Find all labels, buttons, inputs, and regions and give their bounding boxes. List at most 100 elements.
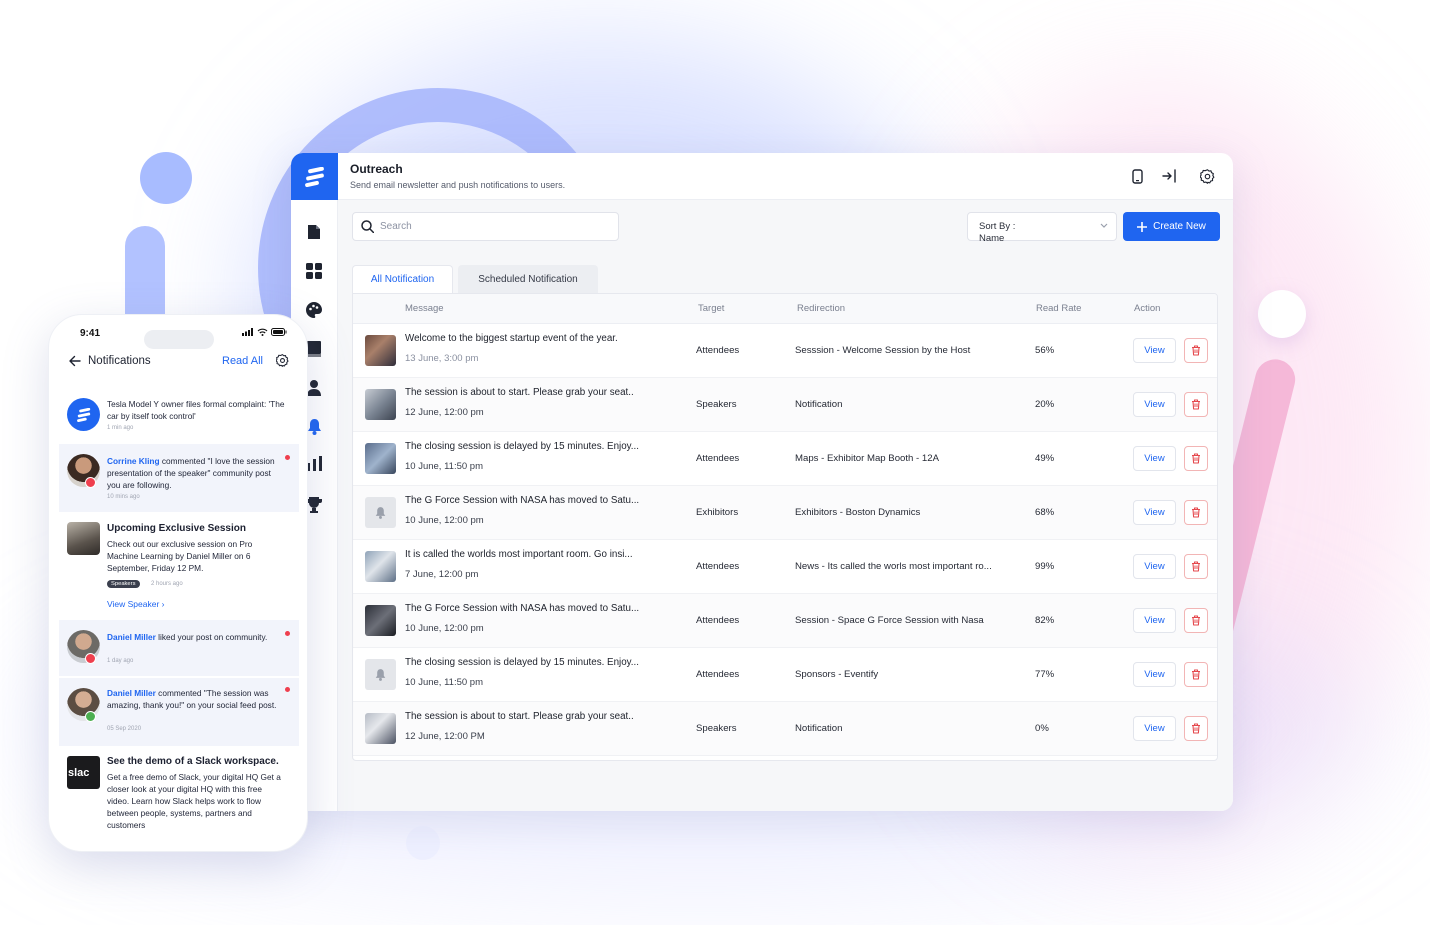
login-icon[interactable] xyxy=(1161,168,1177,184)
delete-button[interactable] xyxy=(1184,446,1208,471)
notification-item[interactable]: Upcoming Exclusive Session Check out our… xyxy=(59,516,299,616)
table-row[interactable]: It is called the worlds most important r… xyxy=(353,540,1217,594)
heart-badge-icon xyxy=(85,653,96,664)
target-cell: Attendees xyxy=(696,615,740,626)
table-row[interactable]: The G Force Session with NASA has moved … xyxy=(353,486,1217,540)
message-text: The closing session is delayed by 15 min… xyxy=(405,441,639,452)
tab-scheduled-notification[interactable]: Scheduled Notification xyxy=(458,265,598,293)
view-button[interactable]: View xyxy=(1133,392,1176,417)
notification-text: Daniel Miller commented "The session was… xyxy=(107,688,277,710)
message-text: The G Force Session with NASA has moved … xyxy=(405,495,640,506)
message-date: 10 June, 11:50 pm xyxy=(405,677,483,688)
settings-gear-icon[interactable] xyxy=(276,354,289,367)
table-body: Welcome to the biggest startup event of … xyxy=(353,324,1217,756)
delete-button[interactable] xyxy=(1184,500,1208,525)
speakers-tag: Speakers xyxy=(107,580,140,588)
message-date: 10 June, 12:00 pm xyxy=(405,515,484,526)
settings-gear-icon[interactable] xyxy=(1199,168,1215,184)
chevron-down-icon xyxy=(1100,223,1108,228)
bell-icon xyxy=(365,497,396,528)
notification-item[interactable]: Corrine Kling commented "I love the sess… xyxy=(59,444,299,512)
message-text: The closing session is delayed by 15 min… xyxy=(405,657,639,668)
tab-all-notification[interactable]: All Notification xyxy=(352,265,453,293)
notification-text: Corrine Kling commented "I love the sess… xyxy=(107,456,275,490)
target-cell: Exhibitors xyxy=(696,507,739,518)
table-header: Message Target Redirection Read Rate Act… xyxy=(353,294,1217,324)
trash-icon xyxy=(1192,399,1200,410)
delete-button[interactable] xyxy=(1184,662,1208,687)
trash-icon xyxy=(1192,561,1200,572)
target-cell: Attendees xyxy=(696,669,740,680)
search-input[interactable] xyxy=(380,221,600,232)
notification-item[interactable]: Daniel Miller commented "The session was… xyxy=(59,678,299,746)
header-redirection: Redirection xyxy=(797,303,846,314)
notification-text: Check out our exclusive session on Pro M… xyxy=(107,539,253,573)
notification-heading: See the demo of a Slack workspace. xyxy=(107,756,279,767)
status-icons xyxy=(242,328,287,336)
notification-time: 1 day ago xyxy=(107,658,134,664)
sort-dropdown[interactable]: Sort By : Name xyxy=(967,212,1117,244)
redirection-cell: Exhibitors - Boston Dynamics xyxy=(795,507,921,518)
create-new-button[interactable]: Create New xyxy=(1123,212,1220,241)
view-button[interactable]: View xyxy=(1133,338,1176,363)
search-box[interactable] xyxy=(352,212,619,241)
create-new-label: Create New xyxy=(1153,221,1206,232)
table-row[interactable]: The G Force Session with NASA has moved … xyxy=(353,594,1217,648)
app-logo[interactable] xyxy=(291,153,338,200)
table-row[interactable]: The session is about to start. Please gr… xyxy=(353,378,1217,432)
notification-item[interactable]: slac See the demo of a Slack workspace. … xyxy=(59,752,299,842)
view-button[interactable]: View xyxy=(1133,608,1176,633)
event-thumbnail xyxy=(365,389,396,420)
view-button[interactable]: View xyxy=(1133,446,1176,471)
read-all-link[interactable]: Read All xyxy=(222,355,263,367)
message-date: 12 June, 12:00 PM xyxy=(405,731,485,742)
table-row[interactable]: The closing session is delayed by 15 min… xyxy=(353,432,1217,486)
table-row[interactable]: The session is about to start. Please gr… xyxy=(353,702,1217,756)
notification-text: Tesla Model Y owner files formal complai… xyxy=(107,399,285,421)
brand-avatar xyxy=(67,398,100,431)
message-date: 10 June, 11:50 pm xyxy=(405,461,483,472)
table-row[interactable]: Welcome to the biggest startup event of … xyxy=(353,324,1217,378)
decorative-dot-faint xyxy=(406,826,440,860)
message-date: 10 June, 12:00 pm xyxy=(405,623,484,634)
view-button[interactable]: View xyxy=(1133,554,1176,579)
mobile-preview-icon[interactable] xyxy=(1129,168,1145,184)
trash-icon xyxy=(1192,453,1200,464)
signal-icon xyxy=(242,328,253,336)
target-cell: Attendees xyxy=(696,453,740,464)
trash-icon xyxy=(1192,615,1200,626)
search-icon xyxy=(361,220,374,233)
document-icon[interactable] xyxy=(305,223,323,241)
notification-item[interactable]: Tesla Model Y owner files formal complai… xyxy=(59,388,299,438)
view-button[interactable]: View xyxy=(1133,500,1176,525)
heart-badge-icon xyxy=(85,477,96,488)
message-text: The session is about to start. Please gr… xyxy=(405,711,634,722)
read-rate-cell: 56% xyxy=(1035,345,1055,356)
notification-text: Daniel Miller liked your post on communi… xyxy=(107,632,268,642)
notifications-title: Notifications xyxy=(88,355,151,367)
message-text: Welcome to the biggest startup event of … xyxy=(405,333,618,344)
decorative-dot-white xyxy=(1258,290,1306,338)
bell-icon xyxy=(365,659,396,690)
event-thumbnail xyxy=(365,605,396,636)
notification-time: 05 Sep 2020 xyxy=(107,726,142,732)
delete-button[interactable] xyxy=(1184,608,1208,633)
trash-icon xyxy=(1192,507,1200,518)
palette-icon[interactable] xyxy=(305,301,323,319)
delete-button[interactable] xyxy=(1184,716,1208,741)
back-arrow-icon[interactable] xyxy=(69,355,81,367)
delete-button[interactable] xyxy=(1184,338,1208,363)
redirection-cell: Notification xyxy=(795,399,843,410)
notification-item[interactable]: Daniel Miller liked your post on communi… xyxy=(59,620,299,676)
read-rate-cell: 77% xyxy=(1035,669,1055,680)
dashboard-icon[interactable] xyxy=(305,262,323,280)
share-badge-icon xyxy=(85,711,96,722)
notifications-table: Message Target Redirection Read Rate Act… xyxy=(352,293,1218,761)
view-button[interactable]: View xyxy=(1133,716,1176,741)
status-time: 9:41 xyxy=(80,328,101,339)
view-button[interactable]: View xyxy=(1133,662,1176,687)
delete-button[interactable] xyxy=(1184,554,1208,579)
view-speaker-link[interactable]: View Speaker › xyxy=(107,599,165,609)
delete-button[interactable] xyxy=(1184,392,1208,417)
table-row[interactable]: The closing session is delayed by 15 min… xyxy=(353,648,1217,702)
